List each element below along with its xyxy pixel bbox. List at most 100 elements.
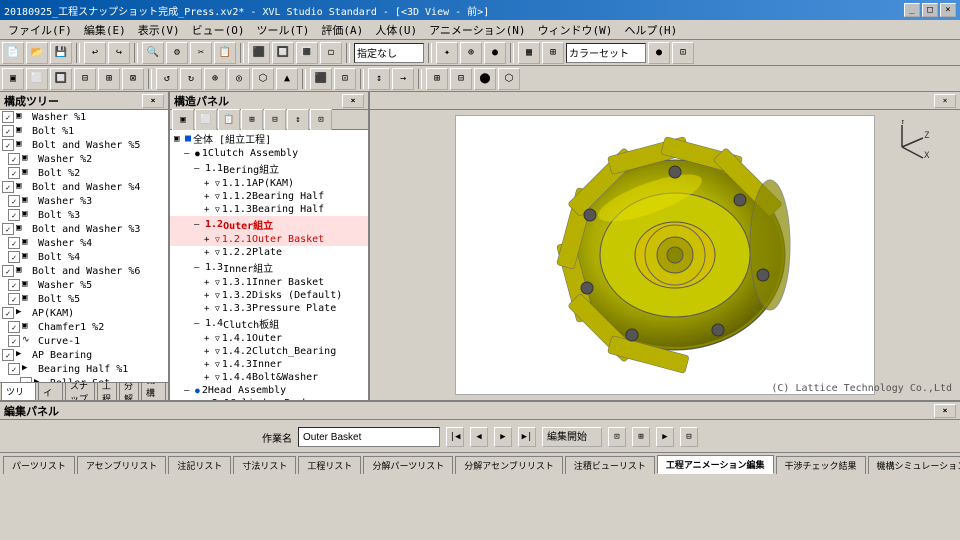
btn14[interactable]: ⊞: [542, 42, 564, 64]
tree-item-boltwa6[interactable]: ✓ ▣ Bolt and Washer %6: [0, 264, 168, 278]
tree-item-washer1[interactable]: ✓ ▣ Washer %1: [0, 110, 168, 124]
tree-item-boltwa5[interactable]: ✓ ▣ Bolt and Washer %5: [0, 138, 168, 152]
checkbox-chamfer[interactable]: ✓: [8, 321, 20, 333]
search-button[interactable]: 🔍: [142, 42, 164, 64]
tb2-btn6[interactable]: ⊠: [122, 68, 144, 90]
mp-btn1[interactable]: ▣: [172, 109, 194, 131]
menu-window[interactable]: ウィンドウ(W): [532, 20, 619, 40]
bot-tab-assembly[interactable]: アセンブリリスト: [77, 456, 167, 474]
checkbox-washer2[interactable]: ✓: [8, 153, 20, 165]
nav-prev[interactable]: ◀: [470, 427, 488, 447]
mp-btn6[interactable]: ↕: [287, 109, 309, 131]
bot-tab-check[interactable]: 干渉チェック結果: [776, 456, 866, 474]
checkbox-bolt2[interactable]: ✓: [8, 167, 20, 179]
tree-item-curve1[interactable]: ✓ ∿ Curve-1: [0, 334, 168, 348]
left-tab-kouji[interactable]: 工程: [97, 382, 117, 400]
struct-outer-assembly[interactable]: — 1.2 Outer組立: [170, 216, 368, 233]
struct-clutch-sub[interactable]: — 1.4 Clutch板組: [170, 315, 368, 332]
tree-item-boltwa4[interactable]: ✓ ▣ Bolt and Washer %4: [0, 180, 168, 194]
left-panel-close[interactable]: ×: [142, 94, 164, 108]
struct-bearinghalf2[interactable]: + ▽ 1.1.2 Bearing Half: [170, 190, 368, 203]
tree-item-washer5[interactable]: ✓ ▣ Washer %5: [0, 278, 168, 292]
struct-boltwasher[interactable]: + ▽ 1.4.4 Bolt&Washer: [170, 371, 368, 384]
viewport[interactable]: [455, 115, 875, 395]
edit-panel-close[interactable]: ×: [934, 404, 956, 418]
view-close[interactable]: ×: [934, 94, 956, 108]
btn6[interactable]: ⬛: [248, 42, 270, 64]
undo-button[interactable]: ↩: [84, 42, 106, 64]
left-tab-tree[interactable]: 構成ツリー: [1, 382, 36, 400]
btn10[interactable]: ✦: [436, 42, 458, 64]
tree-item-washer4[interactable]: ✓ ▣ Washer %4: [0, 236, 168, 250]
checkbox-bearinghalf1[interactable]: ✓: [8, 363, 20, 375]
bot-tab-explodeassy[interactable]: 分解アセンブリリスト: [455, 456, 563, 474]
struct-outer-basket[interactable]: + ▽ 1.2.1 Outer Basket: [170, 233, 368, 246]
bot-tab-dims[interactable]: 寸法リスト: [233, 456, 296, 474]
tb2-btn4[interactable]: ⊟: [74, 68, 96, 90]
mp-btn3[interactable]: 📋: [218, 109, 240, 131]
nav-first[interactable]: |◀: [446, 427, 464, 447]
struct-clutch-bearing[interactable]: + ▽ 1.4.2 Clutch_Bearing: [170, 345, 368, 358]
checkbox-washer1[interactable]: ✓: [2, 111, 14, 123]
tb2-btn9[interactable]: ⊕: [204, 68, 226, 90]
mid-panel-close[interactable]: ×: [342, 94, 364, 108]
struct-disks[interactable]: + ▽ 1.3.2 Disks (Default): [170, 289, 368, 302]
mp-btn2[interactable]: ⬜: [195, 109, 217, 131]
menu-human[interactable]: 人体(U): [369, 20, 423, 40]
btn12[interactable]: ●: [484, 42, 506, 64]
struct-inner-basket[interactable]: + ▽ 1.3.1 Inner Basket: [170, 276, 368, 289]
tree-item-washer3[interactable]: ✓ ▣ Washer %3: [0, 194, 168, 208]
btn3[interactable]: ⚙: [166, 42, 188, 64]
tree-item-washer2[interactable]: ✓ ▣ Washer %2: [0, 152, 168, 166]
ep-btn3[interactable]: ▶: [656, 427, 674, 447]
open-button[interactable]: 📂: [26, 42, 48, 64]
menu-help[interactable]: ヘルプ(H): [618, 20, 683, 40]
tree-item-apkam[interactable]: ✓ ▶ AP(KAM): [0, 306, 168, 320]
tb2-btn13[interactable]: ⬛: [310, 68, 332, 90]
bot-tab-notes[interactable]: 注記リスト: [168, 456, 231, 474]
tb2-btn20[interactable]: ⬡: [498, 68, 520, 90]
struct-head-assembly[interactable]: — ● 2 Head Assembly: [170, 384, 368, 397]
menu-edit[interactable]: 編集(E): [78, 20, 132, 40]
bot-tab-bom[interactable]: 注積ビューリスト: [565, 456, 655, 474]
tree-item-chamfer[interactable]: ✓ ▣ Chamfer1 %2: [0, 320, 168, 334]
left-tab-layer[interactable]: レイヤ: [38, 382, 63, 400]
btn7[interactable]: 🔲: [272, 42, 294, 64]
mid-panel-content[interactable]: ▣ ■ 全体 [組立工程] — ● 1 Clutch Assembly — 1.…: [170, 130, 368, 400]
tree-item-bearinghalf1[interactable]: ✓ ▶ Bearing Half %1: [0, 362, 168, 376]
tb2-btn2[interactable]: ⬜: [26, 68, 48, 90]
checkbox-apbearing[interactable]: ✓: [2, 349, 14, 361]
struct-outer[interactable]: + ▽ 1.4.1 Outer: [170, 332, 368, 345]
checkbox-washer4[interactable]: ✓: [8, 237, 20, 249]
tree-item-apbearing[interactable]: ✓ ▶ AP Bearing: [0, 348, 168, 362]
tb2-btn7[interactable]: ↺: [156, 68, 178, 90]
mp-btn5[interactable]: ⊟: [264, 109, 286, 131]
btn15[interactable]: ●: [648, 42, 670, 64]
tb2-btn18[interactable]: ⊟: [450, 68, 472, 90]
left-tab-kiko[interactable]: 機構ツ: [141, 382, 166, 400]
checkbox-bolt5[interactable]: ✓: [8, 293, 20, 305]
struct-root[interactable]: ▣ ■ 全体 [組立工程]: [170, 130, 368, 147]
checkbox-washer3[interactable]: ✓: [8, 195, 20, 207]
btn16[interactable]: ⊡: [672, 42, 694, 64]
bot-tab-anim[interactable]: 工程アニメーション編集: [657, 455, 774, 474]
ep-btn1[interactable]: ⊡: [608, 427, 626, 447]
tb2-btn10[interactable]: ◎: [228, 68, 250, 90]
struct-cylinder-bank[interactable]: + ▽ 2.1 Cylinder Bank: [170, 397, 368, 400]
struct-inner[interactable]: + ▽ 1.4.3 Inner: [170, 358, 368, 371]
btn11[interactable]: ⊕: [460, 42, 482, 64]
menu-eval[interactable]: 評価(A): [315, 20, 369, 40]
maximize-button[interactable]: □: [922, 3, 938, 17]
tb2-btn12[interactable]: ▲: [276, 68, 298, 90]
tree-item-bolt5[interactable]: ✓ ▣ Bolt %5: [0, 292, 168, 306]
tb2-btn5[interactable]: ⊞: [98, 68, 120, 90]
checkbox-boltwa5[interactable]: ✓: [2, 139, 14, 151]
checkbox-boltwa6[interactable]: ✓: [2, 265, 14, 277]
menu-view[interactable]: 表示(V): [132, 20, 186, 40]
left-tab-bunkai[interactable]: 分解: [119, 382, 139, 400]
bot-tab-process[interactable]: 工程リスト: [298, 456, 361, 474]
tree-item-boltwa3[interactable]: ✓ ▣ Bolt and Washer %3: [0, 222, 168, 236]
tb2-btn11[interactable]: ⬡: [252, 68, 274, 90]
struct-bearinghalf3[interactable]: + ▽ 1.1.3 Bearing Half: [170, 203, 368, 216]
edit-start-btn[interactable]: 編集開始: [542, 427, 602, 447]
